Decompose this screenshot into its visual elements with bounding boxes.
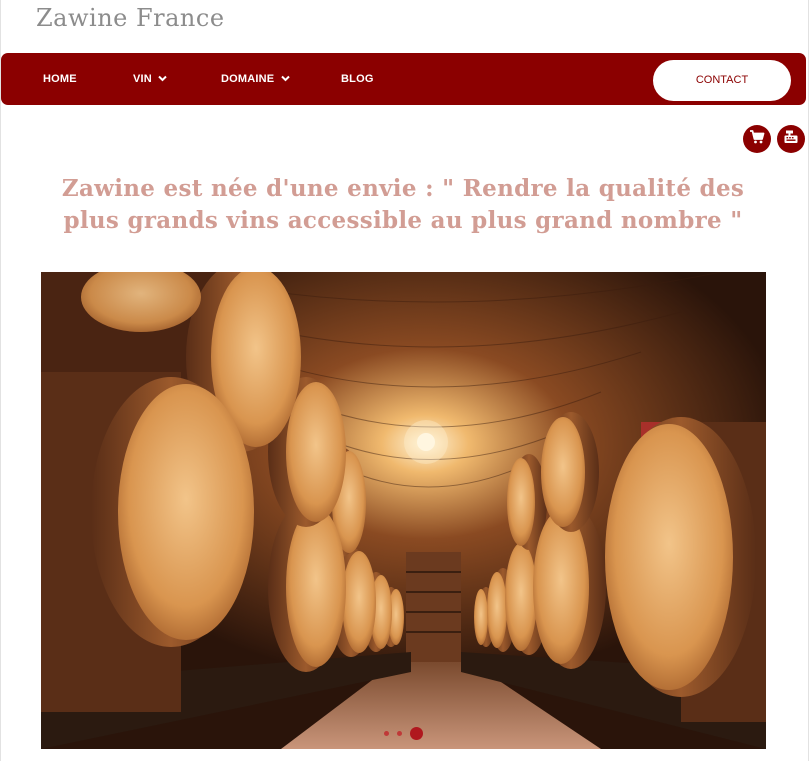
nav-item-domaine[interactable]: DOMAINE [221,53,290,105]
nav-item-label: DOMAINE [221,73,275,85]
carousel-dot[interactable] [384,731,389,737]
contact-button[interactable]: CONTACT [653,60,791,101]
nav-item-label: VIN [133,73,152,85]
nav-item-label: HOME [43,73,77,85]
carousel-dot-active[interactable] [410,727,423,741]
nav-item-blog[interactable]: BLOG [341,53,374,105]
nav-item-label: BLOG [341,73,374,85]
cart-button[interactable] [743,125,771,153]
carousel-indicators [41,725,766,743]
chevron-down-icon [280,53,290,105]
nav-item-vin[interactable]: VIN [133,53,167,105]
site-title[interactable]: Zawine France [36,4,225,32]
wine-cellar-image [41,272,766,749]
hero-tagline: Zawine est née d'une envie : " Rendre la… [61,175,745,234]
hero-carousel[interactable] [41,272,766,749]
cash-register-icon [783,129,799,150]
chevron-down-icon [158,53,167,105]
carousel-dot[interactable] [397,731,402,737]
main-navbar: HOME VIN DOMAINE BLOG CONTACT [1,53,806,105]
cash-register-button[interactable] [777,125,805,153]
cart-icon [749,129,765,150]
nav-item-home[interactable]: HOME [43,53,77,105]
